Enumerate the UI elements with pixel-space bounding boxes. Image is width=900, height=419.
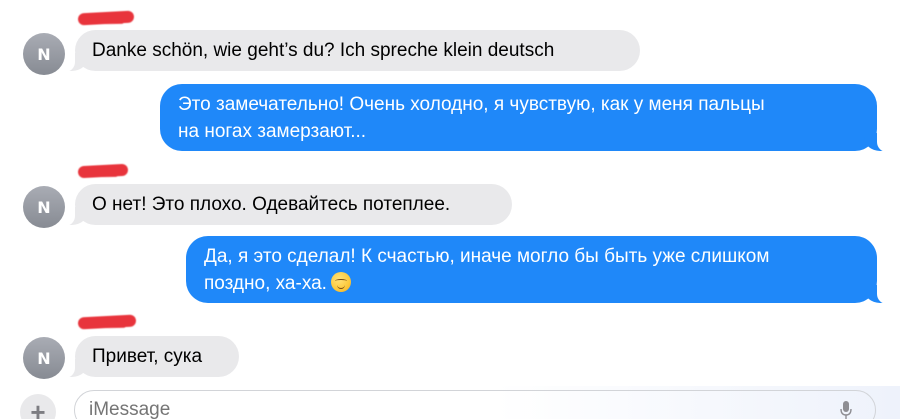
message-text-line: на ногах замерзают... xyxy=(178,121,367,142)
message-text-line: Это замечательно! Очень холодно, я чувст… xyxy=(178,94,765,115)
plus-icon[interactable]: + xyxy=(20,394,56,419)
message-text: Привет, сука xyxy=(92,346,203,367)
redacted-sender-name xyxy=(77,314,137,330)
message-text: О нет! Это плохо. Одевайтесь потеплее. xyxy=(92,194,451,215)
outgoing-message-bubble[interactable]: Да, я это сделал! К счастью, иначе могло… xyxy=(186,236,887,304)
microphone-icon[interactable] xyxy=(840,401,852,419)
contact-avatar[interactable]: N xyxy=(23,186,65,228)
imessage-input[interactable] xyxy=(74,390,876,419)
message-text: Danke schön, wie geht’s du? Ich spreche … xyxy=(92,40,555,61)
incoming-message-bubble[interactable]: Danke schön, wie geht’s du? Ich spreche … xyxy=(65,30,640,72)
contact-avatar[interactable]: N xyxy=(23,33,65,75)
outgoing-message-bubble[interactable]: Это замечательно! Очень холодно, я чувст… xyxy=(160,84,887,152)
incoming-message-bubble[interactable]: Привет, сука xyxy=(65,336,239,378)
message-composer: + xyxy=(0,386,900,419)
redacted-sender-name xyxy=(77,163,129,179)
incoming-message-bubble[interactable]: О нет! Это плохо. Одевайтесь потеплее. xyxy=(65,184,512,226)
message-text-line: поздно, ха-ха. xyxy=(204,273,327,294)
smiling-face-icon xyxy=(330,272,351,292)
messages-screen: N Danke schön, wie geht’s du? Ich sprech… xyxy=(0,0,900,419)
redacted-sender-name xyxy=(77,10,135,26)
contact-avatar[interactable]: N xyxy=(23,337,65,379)
message-text-line: Да, я это сделал! К счастью, иначе могло… xyxy=(204,246,770,267)
